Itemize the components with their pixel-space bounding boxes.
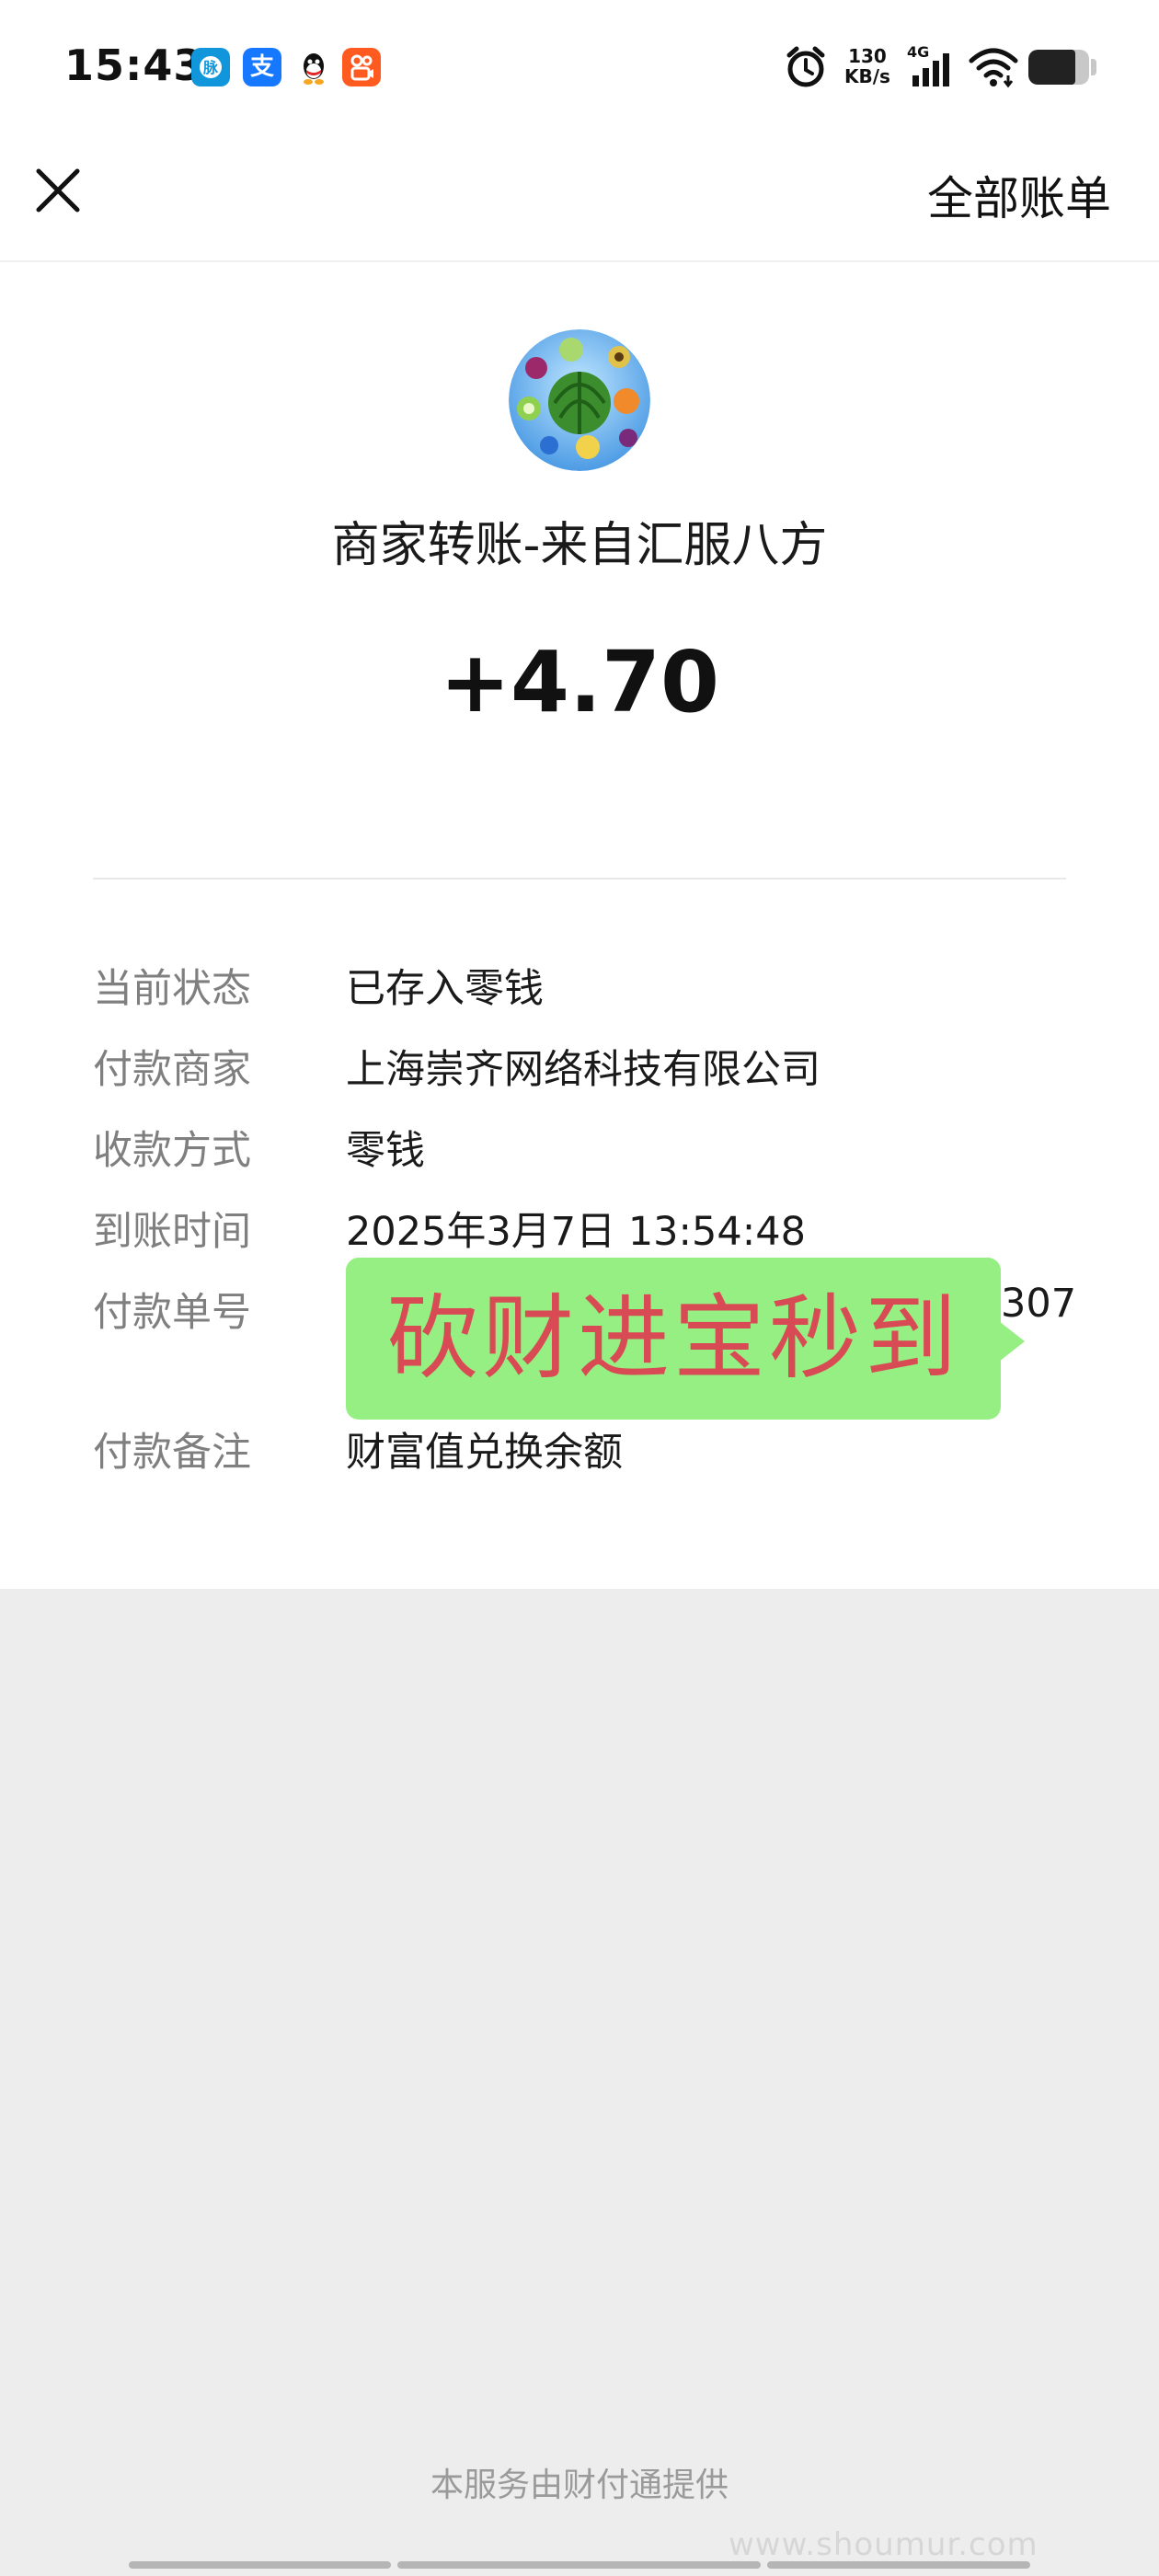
merchant-avatar (509, 329, 650, 471)
network-speed-unit: KB/s (844, 65, 890, 87)
cellular-signal-icon: 4G (907, 43, 958, 94)
network-speed-value: 130 (848, 45, 887, 67)
close-icon (36, 168, 80, 213)
detail-row-merchant: 付款商家 上海崇齐网络科技有限公司 (93, 1038, 1068, 1102)
order-number-tail: 307 (1001, 1281, 1077, 1327)
detail-row-status: 当前状态 已存入零钱 (93, 957, 1068, 1021)
detail-label: 付款商家 (93, 1047, 251, 1093)
detail-value: 2025年3月7日 13:54:48 (346, 1209, 806, 1255)
detail-value: 已存入零钱 (346, 966, 544, 1012)
status-time: 15:43 (64, 40, 204, 90)
kuaishou-app-icon (342, 48, 381, 86)
svg-text:脉: 脉 (202, 59, 219, 76)
wifi-icon (968, 44, 1019, 94)
promo-sticker-tail (999, 1321, 1025, 1362)
header-divider (0, 260, 1159, 262)
close-button[interactable] (28, 160, 88, 221)
detail-label: 付款备注 (93, 1430, 251, 1476)
promo-sticker-text: 砍财进宝秒到 (386, 1284, 960, 1392)
detail-label: 当前状态 (93, 966, 251, 1012)
nav-gesture-bar[interactable] (767, 2561, 1030, 2569)
promo-sticker: 砍财进宝秒到 (346, 1258, 1001, 1420)
detail-label: 付款单号 (93, 1290, 251, 1336)
network-speed: 130 KB/s (844, 46, 890, 86)
detail-row-remark: 付款备注 财富值兑换余额 (93, 1420, 1068, 1485)
battery-icon (1028, 50, 1089, 85)
detail-value: 零钱 (346, 1128, 425, 1174)
transfer-amount: +4.70 (439, 633, 720, 731)
merchant-title: 商家转账-来自汇服八方 (331, 518, 828, 573)
qq-app-icon (294, 48, 333, 86)
alarm-icon (784, 44, 828, 94)
detail-value: 财富值兑换余额 (346, 1430, 623, 1476)
detail-label: 收款方式 (93, 1128, 251, 1174)
watermark: www.shoumur.com (729, 2526, 1039, 2563)
network-type: 4G (907, 44, 929, 61)
detail-row-arrival-time: 到账时间 2025年3月7日 13:54:48 (93, 1200, 1068, 1264)
all-bills-button[interactable]: 全部账单 (927, 162, 1111, 228)
nav-gesture-bar[interactable] (397, 2561, 761, 2569)
detail-value: 上海崇齐网络科技有限公司 (346, 1047, 820, 1093)
messenger-app-icon: 脉 (191, 48, 230, 86)
detail-row-method: 收款方式 零钱 (93, 1119, 1068, 1183)
section-divider (93, 878, 1066, 880)
battery-tip (1091, 59, 1096, 75)
detail-label: 到账时间 (93, 1209, 251, 1255)
provider-footer: 本服务由财付通提供 (430, 2467, 729, 2504)
nav-gesture-bar[interactable] (129, 2561, 391, 2569)
battery-level (1028, 50, 1076, 85)
alipay-app-icon: 支 (243, 48, 281, 86)
